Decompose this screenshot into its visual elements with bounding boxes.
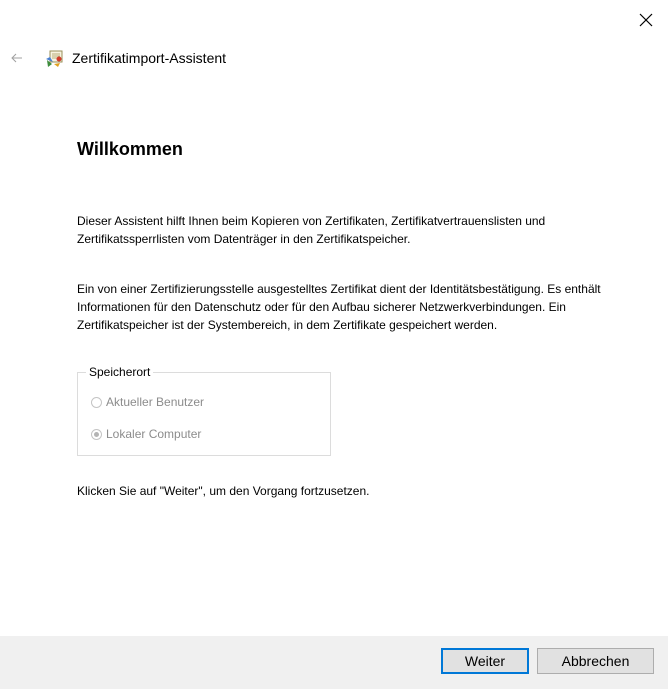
cancel-button[interactable]: Abbrechen xyxy=(537,648,654,674)
intro-paragraph: Dieser Assistent hilft Ihnen beim Kopier… xyxy=(77,214,546,246)
radio-local-computer-label: Lokaler Computer xyxy=(106,427,202,441)
radio-local-computer[interactable]: Lokaler Computer xyxy=(91,425,201,443)
certificate-import-wizard-window: Zertifikatimport-Assistent Willkommen Di… xyxy=(0,0,668,689)
wizard-title: Zertifikatimport-Assistent xyxy=(72,50,227,66)
wizard-header: Zertifikatimport-Assistent xyxy=(0,44,668,72)
radio-current-user-label: Aktueller Benutzer xyxy=(106,395,205,409)
back-arrow-icon xyxy=(11,53,22,63)
store-location-legend: Speicherort xyxy=(86,364,154,380)
radio-current-user[interactable]: Aktueller Benutzer xyxy=(91,393,204,411)
wizard-footer: Weiter Abbrechen xyxy=(0,636,668,689)
next-button[interactable]: Weiter xyxy=(441,648,529,674)
certificate-info-paragraph: Ein von einer Zertifizierungsstelle ausg… xyxy=(77,282,601,332)
radio-button-icon xyxy=(91,396,102,408)
radio-button-checked-icon xyxy=(91,428,102,440)
close-icon xyxy=(639,13,653,27)
page-heading: Willkommen xyxy=(77,139,183,159)
certificate-wizard-icon xyxy=(45,48,65,68)
close-button[interactable] xyxy=(630,6,662,34)
store-location-group: Speicherort Aktueller Benutzer Lokaler C… xyxy=(77,364,331,456)
back-button[interactable] xyxy=(6,48,28,68)
continue-instruction: Klicken Sie auf "Weiter", um den Vorgang… xyxy=(77,484,370,498)
